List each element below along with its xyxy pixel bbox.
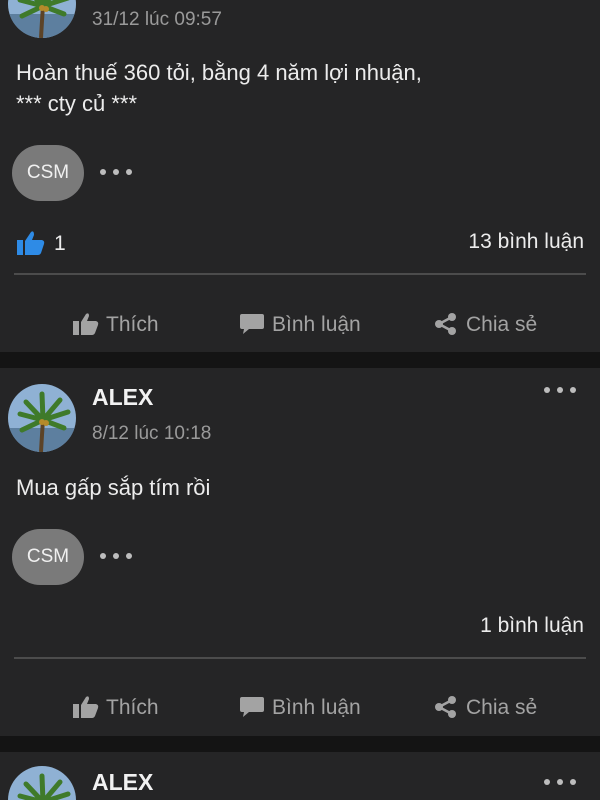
share-button-label: Chia sẻ — [466, 313, 538, 336]
share-icon — [435, 313, 456, 335]
comment-bubble-icon — [240, 314, 264, 334]
comment-bubble-icon — [240, 697, 264, 717]
avatar[interactable] — [8, 766, 76, 800]
comment-button-label: Bình luận — [272, 696, 361, 719]
palm-tree-avatar-icon — [8, 0, 76, 38]
feed: 31/12 lúc 09:57 Hoàn thuế 360 tỏi, bằng … — [0, 0, 600, 800]
action-bar: Thích Bình luận Chia sẻ — [0, 295, 600, 355]
comment-button-label: Bình luận — [272, 313, 361, 336]
reaction-chip[interactable]: CSM — [12, 145, 84, 201]
action-bar: Thích Bình luận Chia sẻ — [0, 678, 600, 738]
post-stats: 1 bình luận — [0, 608, 600, 648]
thumbs-up-icon — [73, 313, 99, 335]
palm-tree-avatar-icon — [8, 384, 76, 452]
thumbs-up-reaction-icon — [17, 231, 45, 255]
divider — [14, 657, 586, 659]
post-card: ALEX 8/12 lúc 10:18 Mua gấp sắp tím rồi … — [0, 368, 600, 736]
share-button-label: Chia sẻ — [466, 696, 538, 719]
like-count: 1 — [54, 232, 66, 255]
post-text: Hoàn thuế 360 tỏi, bằng 4 năm lợi nhuận,… — [16, 60, 422, 116]
reaction-chip[interactable]: CSM — [12, 529, 84, 585]
more-reactions-icon[interactable] — [98, 165, 134, 179]
palm-tree-avatar-icon — [8, 766, 76, 800]
author-name[interactable]: ALEX — [92, 384, 153, 411]
divider — [14, 273, 586, 275]
more-reactions-icon[interactable] — [98, 549, 134, 563]
like-button-label: Thích — [106, 313, 159, 336]
avatar[interactable] — [8, 384, 76, 452]
more-dots-icon[interactable] — [542, 378, 578, 402]
comment-count[interactable]: 1 bình luận — [480, 614, 584, 638]
post-time[interactable]: 8/12 lúc 10:18 — [92, 423, 211, 445]
avatar[interactable] — [8, 0, 76, 38]
thumbs-up-icon — [73, 696, 99, 718]
post-card: 31/12 lúc 09:57 Hoàn thuế 360 tỏi, bằng … — [0, 0, 600, 352]
post-text: Mua gấp sắp tím rồi — [16, 475, 211, 500]
share-icon — [435, 696, 456, 718]
like-button-label: Thích — [106, 696, 159, 719]
more-dots-icon[interactable] — [542, 770, 578, 794]
author-name[interactable]: ALEX — [92, 769, 153, 796]
post-stats: 1 13 bình luận — [0, 224, 600, 264]
comment-count[interactable]: 13 bình luận — [468, 230, 584, 254]
post-time[interactable]: 31/12 lúc 09:57 — [92, 9, 222, 31]
post-card: ALEX — [0, 752, 600, 800]
